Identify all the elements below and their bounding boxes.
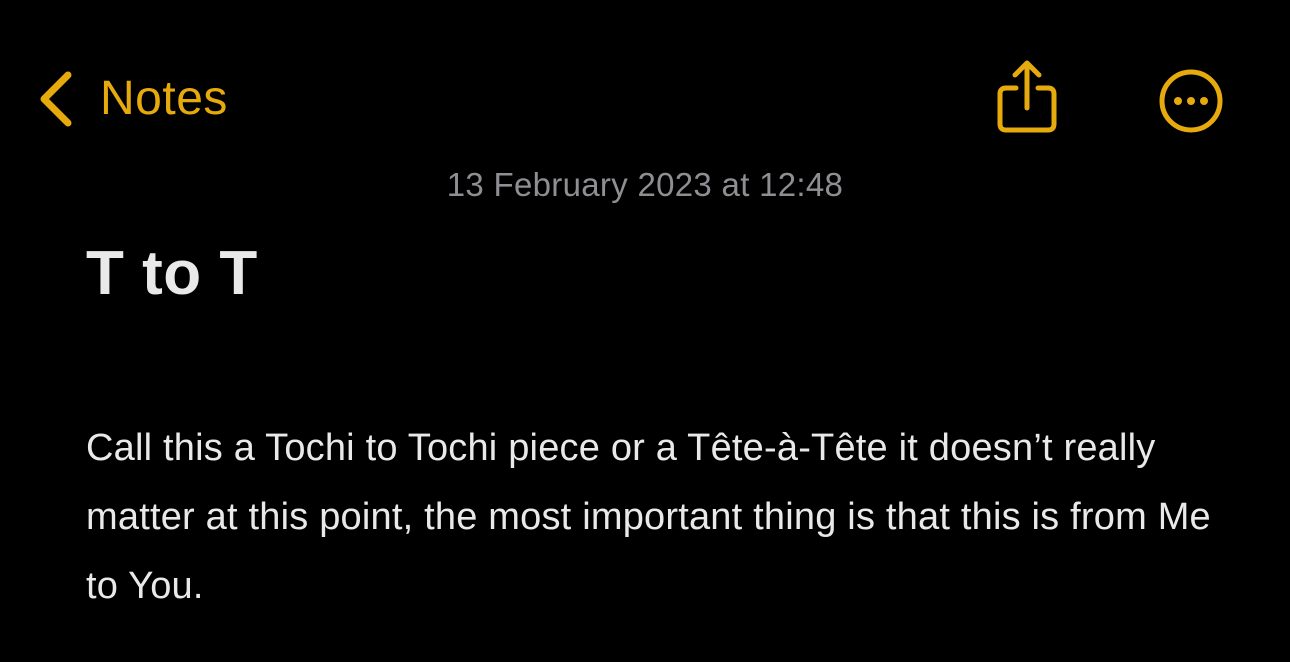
chevron-left-icon — [40, 71, 72, 127]
share-button[interactable] — [992, 56, 1062, 138]
note-title[interactable]: T to T — [86, 238, 258, 309]
ellipsis-circle-icon — [1159, 69, 1223, 133]
note-timestamp: 13 February 2023 at 12:48 — [446, 166, 844, 203]
note-body[interactable]: Call this a Tochi to Tochi piece or a Tê… — [86, 414, 1226, 621]
back-button[interactable]: Notes — [36, 64, 228, 134]
navigation-bar: Notes — [0, 0, 1290, 170]
share-icon — [997, 60, 1057, 133]
more-options-button[interactable] — [1156, 66, 1226, 136]
back-button-label: Notes — [100, 72, 228, 125]
